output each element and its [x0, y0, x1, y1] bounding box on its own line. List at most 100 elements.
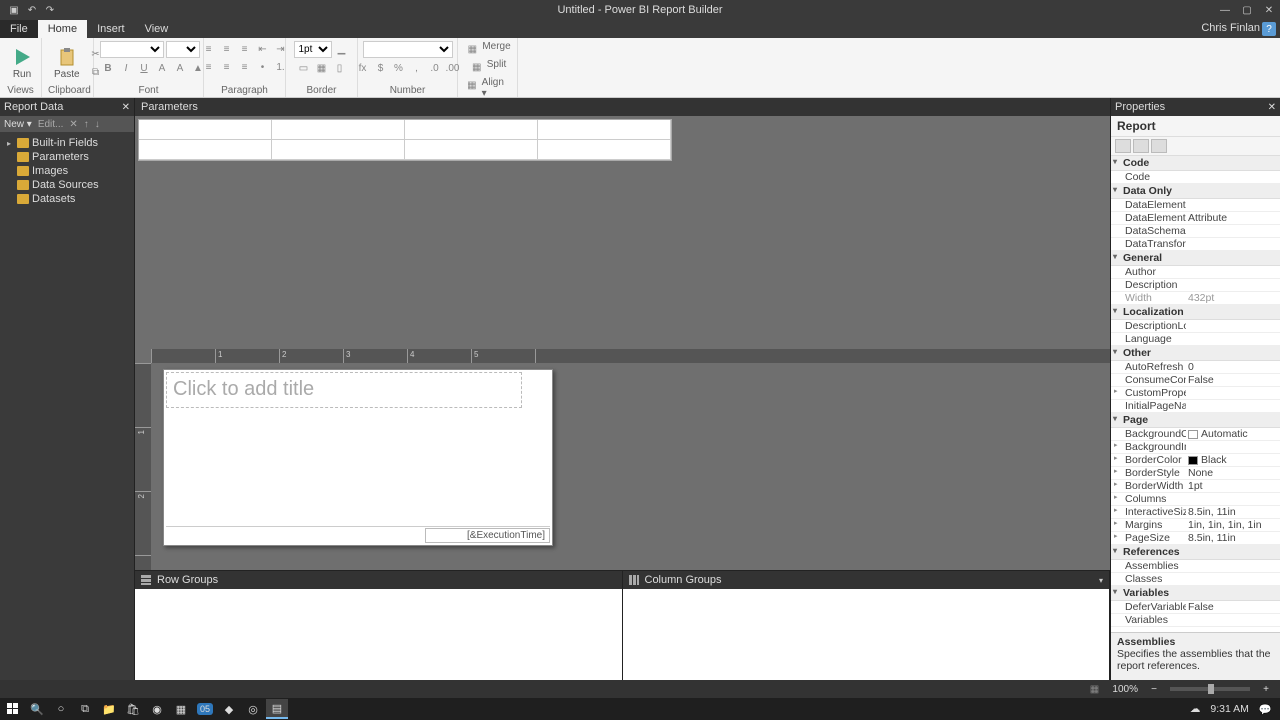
report-data-close-icon[interactable]: ✕	[122, 102, 130, 113]
tab-view[interactable]: View	[135, 20, 179, 38]
help-icon[interactable]: ?	[1262, 22, 1276, 36]
currency-icon[interactable]: $	[373, 60, 389, 76]
prop-category[interactable]: Other	[1111, 346, 1280, 361]
align-bottom-icon[interactable]: ≡	[237, 59, 253, 75]
tree-datasets[interactable]: Datasets	[2, 192, 132, 206]
app-icon[interactable]: ▦	[170, 699, 192, 719]
cortana-icon[interactable]: ○	[50, 699, 72, 719]
report-builder-taskbar-icon[interactable]: ▤	[266, 699, 288, 719]
zoom-out-button[interactable]: −	[1148, 684, 1160, 695]
property-grid[interactable]: CodeCodeData OnlyDataElementNamDataEleme…	[1111, 156, 1280, 632]
decrease-indent-icon[interactable]: ⇤	[255, 41, 271, 57]
prop-row[interactable]: ConsumeContainFalse	[1111, 374, 1280, 387]
prop-category[interactable]: General	[1111, 251, 1280, 266]
prop-row[interactable]: Code	[1111, 171, 1280, 184]
prop-row[interactable]: CustomProperties	[1111, 387, 1280, 400]
task-view-icon[interactable]: ⧉	[74, 699, 96, 719]
app-icon-3[interactable]: ◎	[242, 699, 264, 719]
align-button[interactable]: ▦Align ▾	[464, 77, 511, 99]
app-badge-icon[interactable]: 05	[194, 699, 216, 719]
search-icon[interactable]: 🔍	[26, 699, 48, 719]
prop-row[interactable]: Width432pt	[1111, 292, 1280, 305]
merge-button[interactable]: ▦Merge	[464, 41, 510, 57]
prop-row[interactable]: Language	[1111, 333, 1280, 346]
zoom-in-button[interactable]: +	[1260, 684, 1272, 695]
row-groups-list[interactable]	[135, 589, 622, 680]
save-icon[interactable]: ▣	[6, 2, 22, 18]
number-format-select[interactable]	[363, 41, 453, 58]
prop-row[interactable]: BorderStyleNone	[1111, 467, 1280, 480]
prop-row[interactable]: DeferVariableEvalFalse	[1111, 601, 1280, 614]
groups-menu-icon[interactable]: ▾	[1099, 576, 1103, 585]
execution-time-textbox[interactable]: [&ExecutionTime]	[425, 528, 550, 543]
tree-parameters[interactable]: Parameters	[2, 150, 132, 164]
align-top-icon[interactable]: ≡	[201, 59, 217, 75]
prop-row[interactable]: BorderColorBlack	[1111, 454, 1280, 467]
prop-category[interactable]: Page	[1111, 413, 1280, 428]
user-name[interactable]: Chris Finlan	[1201, 22, 1260, 34]
maximize-button[interactable]: ▢	[1236, 1, 1258, 19]
prop-row[interactable]: Variables	[1111, 614, 1280, 627]
prop-row[interactable]: DataTransform	[1111, 238, 1280, 251]
store-icon[interactable]: 🛍	[122, 699, 144, 719]
border-clear-icon[interactable]: ▯	[332, 60, 348, 76]
column-groups-list[interactable]	[623, 589, 1110, 680]
prop-row[interactable]: Margins1in, 1in, 1in, 1in	[1111, 519, 1280, 532]
prop-row[interactable]: PageSize8.5in, 11in	[1111, 532, 1280, 545]
prop-row[interactable]: Classes	[1111, 573, 1280, 586]
close-button[interactable]: ✕	[1258, 1, 1280, 19]
prop-row[interactable]: AutoRefresh0	[1111, 361, 1280, 374]
percent-icon[interactable]: %	[391, 60, 407, 76]
run-button[interactable]: Run	[6, 45, 38, 82]
prop-categorized-icon[interactable]	[1115, 139, 1131, 153]
prop-row[interactable]: Columns	[1111, 493, 1280, 506]
report-body[interactable]: Click to add title [&ExecutionTime]	[163, 369, 553, 546]
prop-row[interactable]: Assemblies	[1111, 560, 1280, 573]
prop-row[interactable]: BackgroundColorAutomatic	[1111, 428, 1280, 441]
comma-icon[interactable]: ,	[409, 60, 425, 76]
tab-file[interactable]: File	[0, 20, 38, 38]
fill-color-icon[interactable]: A	[172, 60, 188, 76]
minimize-button[interactable]: —	[1214, 1, 1236, 19]
report-data-new-button[interactable]: New ▾	[4, 119, 32, 130]
bullets-icon[interactable]: •	[255, 59, 271, 75]
tray-onedrive-icon[interactable]: ☁	[1190, 703, 1201, 715]
align-middle-icon[interactable]: ≡	[219, 59, 235, 75]
align-right-icon[interactable]: ≡	[237, 41, 253, 57]
border-color-icon[interactable]: ▁	[334, 41, 350, 57]
tray-notifications-icon[interactable]: 💬	[1259, 703, 1272, 716]
border-width-select[interactable]: 1pt	[294, 41, 332, 58]
prop-row[interactable]: Author	[1111, 266, 1280, 279]
properties-close-icon[interactable]: ✕	[1268, 102, 1276, 113]
view-mode-icon[interactable]: ▦	[1086, 681, 1102, 697]
prop-category[interactable]: Code	[1111, 156, 1280, 171]
prop-row[interactable]: DataElementNam	[1111, 199, 1280, 212]
prop-row[interactable]: DataSchema	[1111, 225, 1280, 238]
align-left-icon[interactable]: ≡	[201, 41, 217, 57]
prop-row[interactable]: BackgroundImag	[1111, 441, 1280, 454]
file-explorer-icon[interactable]: 📁	[98, 699, 120, 719]
paste-button[interactable]: Paste	[48, 45, 86, 82]
report-title-textbox[interactable]: Click to add title	[166, 372, 522, 408]
prop-category[interactable]: Data Only	[1111, 184, 1280, 199]
chrome-icon[interactable]: ◉	[146, 699, 168, 719]
placeholder-icon[interactable]: fx	[355, 60, 371, 76]
tab-home[interactable]: Home	[38, 20, 87, 38]
bold-button[interactable]: B	[100, 60, 116, 76]
prop-row[interactable]: DataElementStylAttribute	[1111, 212, 1280, 225]
tab-insert[interactable]: Insert	[87, 20, 135, 38]
split-button[interactable]: ▦Split	[469, 59, 506, 75]
prop-category[interactable]: Localization	[1111, 305, 1280, 320]
parameters-grid[interactable]	[135, 116, 1110, 349]
font-family-select[interactable]	[100, 41, 164, 58]
border-style-icon[interactable]: ▭	[296, 60, 312, 76]
tree-data-sources[interactable]: Data Sources	[2, 178, 132, 192]
prop-category[interactable]: Variables	[1111, 586, 1280, 601]
increase-decimal-icon[interactable]: .0	[427, 60, 443, 76]
tree-images[interactable]: Images	[2, 164, 132, 178]
prop-row[interactable]: Description	[1111, 279, 1280, 292]
underline-button[interactable]: U	[136, 60, 152, 76]
border-preset-icon[interactable]: ▦	[314, 60, 330, 76]
zoom-slider[interactable]	[1170, 687, 1250, 691]
prop-pages-icon[interactable]	[1151, 139, 1167, 153]
